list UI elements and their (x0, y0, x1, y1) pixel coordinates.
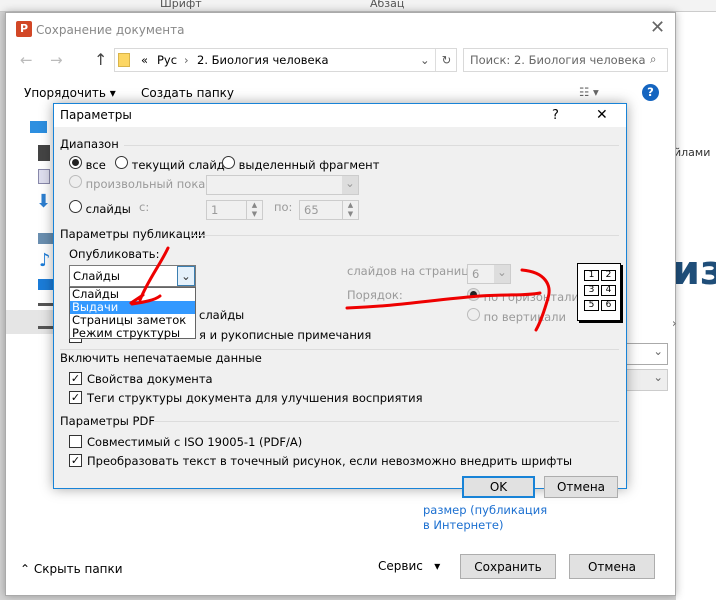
annotation-curve (520, 268, 551, 332)
red-annotation-strokes (129, 246, 551, 332)
annotation-underline (345, 291, 542, 310)
annotation-arrow (129, 246, 170, 306)
